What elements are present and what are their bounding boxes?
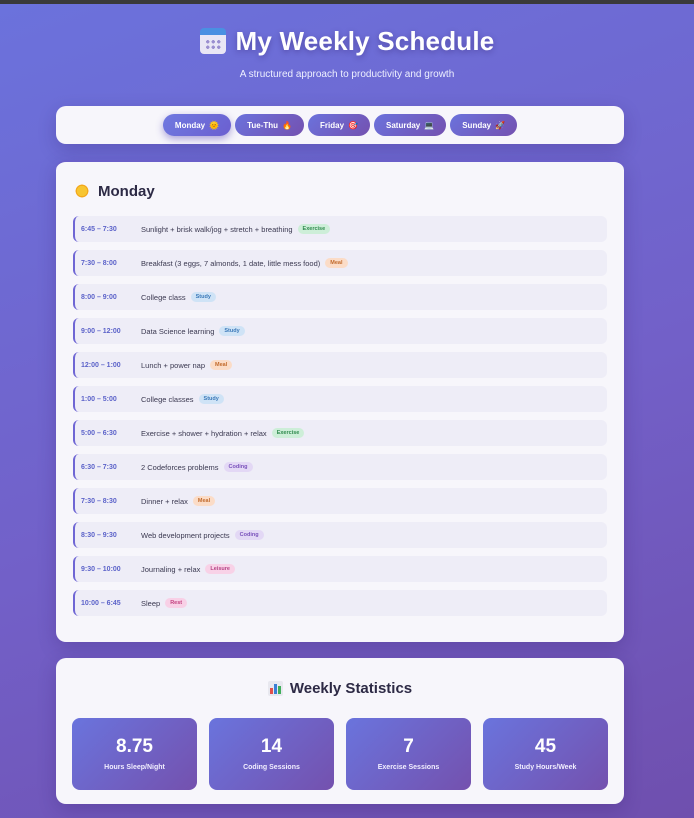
tag-badge: Study	[198, 394, 224, 404]
tab-sunday[interactable]: Sunday 🚀	[450, 114, 518, 136]
page-header: My Weekly Schedule A structured approach…	[0, 24, 694, 80]
schedule-row: 9:30 – 10:00 Journaling + relax Leisure	[73, 556, 607, 582]
schedule-row: 6:45 – 7:30 Sunlight + brisk walk/jog + …	[73, 216, 607, 242]
tag-badge: Leisure	[205, 564, 235, 574]
stat-value: 45	[534, 736, 557, 757]
tag-badge: Meal	[210, 360, 233, 370]
schedule-row: 8:30 – 9:30 Web development projects Cod…	[73, 522, 607, 548]
time-slot: 1:00 – 5:00	[81, 395, 117, 403]
schedule-row: 8:00 – 9:00 College class Study	[73, 284, 607, 310]
activity-text: College class	[141, 292, 186, 302]
tag-badge: Meal	[192, 496, 216, 506]
calendar-icon	[199, 28, 226, 54]
stat-value: 8.75	[116, 736, 153, 757]
time-slot: 10:00 – 6:45	[81, 599, 121, 607]
schedule-row: 7:30 – 8:00 Breakfast (3 eggs, 7 almonds…	[73, 250, 607, 276]
day-title: Monday	[98, 182, 155, 200]
time-slot: 7:30 – 8:30	[81, 497, 117, 505]
time-slot: 12:00 – 1:00	[81, 361, 121, 369]
stat-card-coding: 14 Coding Sessions	[209, 718, 334, 790]
tag-badge: Coding	[234, 530, 264, 540]
time-slot: 9:30 – 10:00	[81, 565, 121, 573]
stat-label: Coding Sessions	[243, 764, 300, 771]
bar-chart-icon	[267, 680, 283, 696]
schedule-row: 5:00 – 6:30 Exercise + shower + hydratio…	[73, 420, 607, 446]
sun-emoji-icon: 🌞	[209, 120, 220, 130]
stat-card-study: 45 Study Hours/Week	[483, 718, 608, 790]
day-heading: Monday	[73, 162, 607, 220]
schedule-row: 7:30 – 8:30 Dinner + relax Meal	[73, 488, 607, 514]
rocket-emoji-icon: 🚀	[495, 120, 506, 130]
schedule-row: 1:00 – 5:00 College classes Study	[73, 386, 607, 412]
tab-tue-thu[interactable]: Tue-Thu 🔥	[235, 114, 305, 136]
activity-text: Journaling + relax	[141, 564, 201, 574]
tab-friday[interactable]: Friday 🎯	[308, 114, 371, 136]
window-top-bar	[0, 0, 694, 4]
schedule-list: 6:45 – 7:30 Sunlight + brisk walk/jog + …	[73, 216, 607, 616]
time-slot: 9:00 – 12:00	[81, 327, 121, 335]
time-slot: 7:30 – 8:00	[81, 259, 117, 267]
tag-badge: Study	[219, 326, 245, 336]
tag-badge: Coding	[223, 462, 253, 472]
activity-text: Data Science learning	[141, 326, 215, 336]
activity-text: Web development projects	[141, 530, 230, 540]
schedule-row: 6:30 – 7:30 2 Codeforces problems Coding	[73, 454, 607, 480]
stat-card-exercise: 7 Exercise Sessions	[346, 718, 471, 790]
stat-value: 14	[260, 736, 283, 757]
time-slot: 8:00 – 9:00	[81, 293, 117, 301]
activity-text: Lunch + power nap	[141, 360, 206, 370]
activity-text: Sunlight + brisk walk/jog + stretch + br…	[141, 224, 293, 234]
tab-saturday[interactable]: Saturday 💻	[374, 114, 447, 136]
page-title: My Weekly Schedule	[235, 25, 495, 56]
laptop-emoji-icon: 💻	[424, 120, 435, 130]
schedule-row: 9:00 – 12:00 Data Science learning Study	[73, 318, 607, 344]
tag-badge: Meal	[325, 258, 348, 268]
activity-text: Breakfast (3 eggs, 7 almonds, 1 date, li…	[141, 258, 321, 268]
activity-text: 2 Codeforces problems	[141, 462, 219, 472]
activity-text: Exercise + shower + hydration + relax	[141, 428, 267, 438]
stat-label: Exercise Sessions	[377, 764, 440, 771]
activity-text: College classes	[141, 394, 194, 404]
tag-badge: Exercise	[297, 224, 331, 234]
stat-label: Hours Sleep/Night	[104, 764, 165, 771]
activity-text: Sleep	[141, 598, 161, 608]
tab-label: Friday	[320, 120, 345, 130]
stats-grid: 8.75 Hours Sleep/Night 14 Coding Session…	[56, 718, 624, 790]
tag-badge: Exercise	[271, 428, 305, 438]
time-slot: 5:00 – 6:30	[81, 429, 117, 437]
tab-monday[interactable]: Monday 🌞	[162, 114, 232, 136]
stats-title: Weekly Statistics	[289, 679, 413, 697]
title-row: My Weekly Schedule	[0, 24, 694, 58]
schedule-panel: Monday 6:45 – 7:30 Sunlight + brisk walk…	[56, 160, 624, 642]
time-slot: 8:30 – 9:30	[81, 531, 117, 539]
time-slot: 6:45 – 7:30	[81, 225, 117, 233]
tab-label: Sunday	[462, 120, 492, 130]
tab-label: Monday	[174, 120, 206, 130]
stats-panel: Weekly Statistics 8.75 Hours Sleep/Night…	[56, 658, 624, 804]
stat-value: 7	[403, 736, 414, 757]
tag-badge: Rest	[165, 598, 188, 608]
schedule-row: 10:00 – 6:45 Sleep Rest	[73, 590, 607, 616]
stat-card-sleep: 8.75 Hours Sleep/Night	[72, 718, 197, 790]
stat-label: Study Hours/Week	[514, 764, 577, 771]
tag-badge: Study	[190, 292, 216, 302]
sun-icon	[74, 183, 90, 199]
tab-label: Saturday	[386, 120, 421, 130]
page-subtitle: A structured approach to productivity an…	[239, 69, 455, 80]
target-emoji-icon: 🎯	[348, 120, 359, 130]
activity-text: Dinner + relax	[141, 496, 188, 506]
time-slot: 6:30 – 7:30	[81, 463, 117, 471]
day-tabs-bar: Monday 🌞 Tue-Thu 🔥 Friday 🎯 Saturday 💻 S…	[56, 106, 624, 144]
tab-label: Tue-Thu	[247, 120, 279, 130]
schedule-row: 12:00 – 1:00 Lunch + power nap Meal	[73, 352, 607, 378]
stats-heading: Weekly Statistics	[56, 658, 624, 718]
fire-emoji-icon: 🔥	[282, 120, 293, 130]
